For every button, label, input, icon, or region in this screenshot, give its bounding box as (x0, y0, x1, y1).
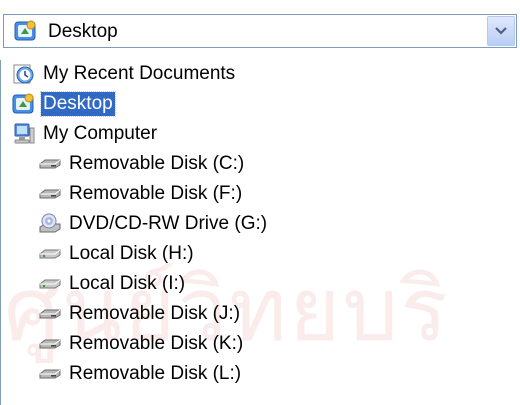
location-item-label: Local Disk (H:) (69, 243, 194, 264)
local-disk-icon (37, 242, 63, 266)
location-item-label: Removable Disk (C:) (69, 153, 245, 174)
location-dropdown[interactable]: Desktop (3, 14, 517, 48)
location-item-label: Removable Disk (K:) (69, 333, 244, 354)
removable-disk-icon (37, 332, 63, 356)
dropdown-button[interactable] (487, 16, 515, 46)
location-item-label: Removable Disk (L:) (69, 363, 242, 384)
location-item[interactable]: Removable Disk (C:) (37, 150, 246, 178)
my-computer-icon (11, 122, 37, 146)
chevron-down-icon (495, 27, 507, 35)
location-item-label: Local Disk (I:) (69, 273, 186, 294)
location-item[interactable]: Local Disk (H:) (37, 240, 196, 268)
location-item-label: My Recent Documents (43, 63, 236, 84)
removable-disk-icon (37, 302, 63, 326)
location-item[interactable]: Removable Disk (J:) (37, 300, 242, 328)
removable-disk-icon (37, 152, 63, 176)
local-disk-icon (37, 272, 63, 296)
recent-documents-icon (11, 62, 37, 86)
location-tree-list: My Recent Documents Desktop My Computer Rem… (0, 60, 520, 405)
dvd-drive-icon (37, 212, 63, 236)
desktop-icon (11, 92, 37, 116)
location-item[interactable]: My Computer (11, 120, 159, 148)
location-item-label: DVD/CD-RW Drive (G:) (69, 213, 268, 234)
location-item[interactable]: Removable Disk (F:) (37, 180, 244, 208)
location-item-label: Removable Disk (F:) (69, 183, 243, 204)
dropdown-selected-value: Desktop (48, 21, 118, 42)
location-item[interactable]: Desktop (11, 90, 116, 118)
removable-disk-icon (37, 182, 63, 206)
location-item-label: Desktop (40, 91, 116, 117)
location-item-label: My Computer (43, 123, 158, 144)
location-item-label: Removable Disk (J:) (69, 303, 241, 324)
desktop-icon (14, 20, 38, 42)
location-item[interactable]: Local Disk (I:) (37, 270, 187, 298)
removable-disk-icon (37, 362, 63, 386)
location-item[interactable]: Removable Disk (L:) (37, 360, 243, 388)
location-item[interactable]: DVD/CD-RW Drive (G:) (37, 210, 269, 238)
location-item[interactable]: My Recent Documents (11, 60, 237, 88)
location-item[interactable]: Removable Disk (K:) (37, 330, 245, 358)
